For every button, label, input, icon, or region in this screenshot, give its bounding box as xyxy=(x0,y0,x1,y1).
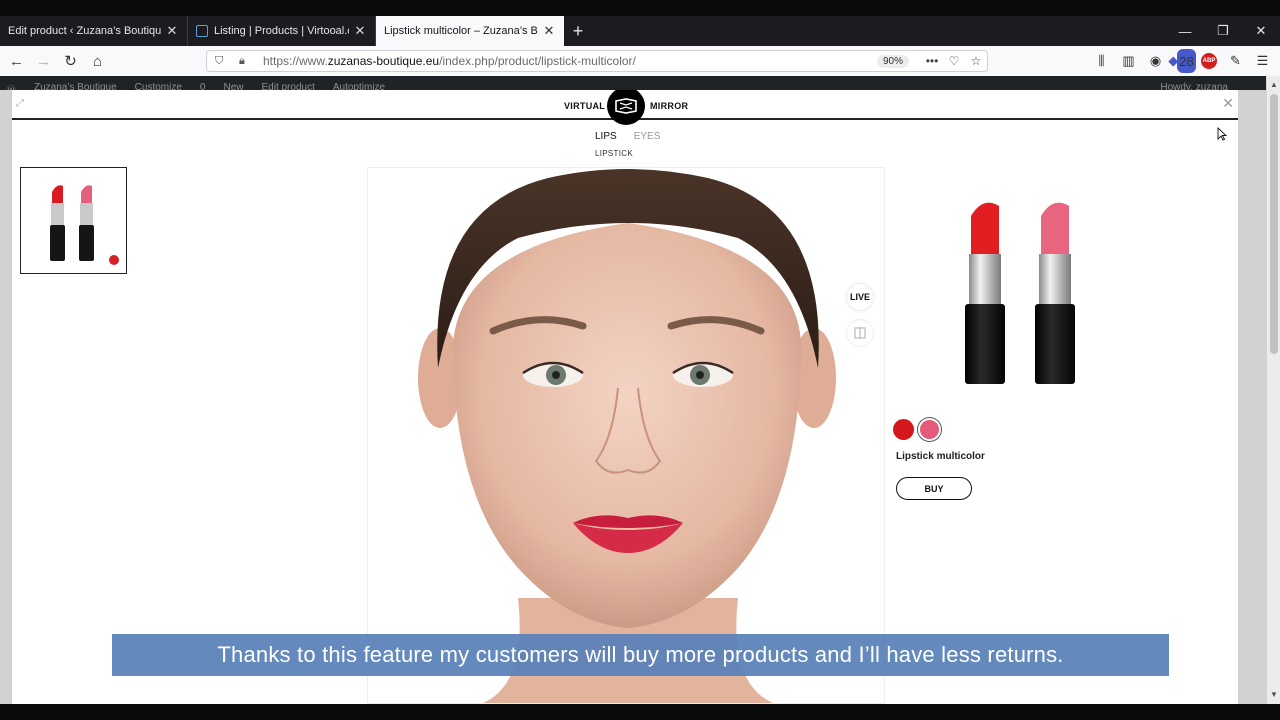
window-close-icon[interactable]: ✕ xyxy=(1242,16,1280,46)
swatch-red[interactable] xyxy=(893,419,914,440)
virtual-label: VIRTUAL xyxy=(564,101,606,111)
library-icon[interactable]: ⫼ xyxy=(1088,49,1115,73)
tab-title: Lipstick multicolor – Zuzana’s Bout xyxy=(384,25,538,37)
restore-icon[interactable]: ❐ xyxy=(1204,16,1242,46)
tab-lips[interactable]: LIPS xyxy=(595,131,617,142)
bookmark-star-icon[interactable]: ☆ xyxy=(965,54,987,68)
account-icon[interactable]: ◉ xyxy=(1142,49,1169,73)
url-text[interactable]: https://www.zuzanas-boutique.eu/index.ph… xyxy=(263,54,877,68)
bottom-letterbox xyxy=(0,704,1280,720)
minimize-icon[interactable]: — xyxy=(1166,16,1204,46)
toolbar-icons: ⫼ ▥ ◉ ◆ 28 ABP ✎ ☰ xyxy=(1088,49,1276,73)
adblock-icon[interactable]: ABP xyxy=(1201,53,1217,69)
close-tab-icon[interactable]: ✕ xyxy=(353,23,367,39)
home-icon[interactable]: ⌂ xyxy=(84,49,111,73)
tab-bar: Edit product ‹ Zuzana’s Boutique — ✕ Lis… xyxy=(0,16,1280,46)
close-tab-icon[interactable]: ✕ xyxy=(165,23,179,39)
compare-split-icon[interactable] xyxy=(846,319,874,347)
tab-title: Edit product ‹ Zuzana’s Boutique — xyxy=(8,25,161,37)
mirror-logo-icon xyxy=(607,90,645,125)
buy-button[interactable]: BUY xyxy=(896,477,972,500)
reload-icon[interactable]: ↻ xyxy=(57,49,84,73)
face-preview-image xyxy=(367,167,885,704)
model-face-illustration xyxy=(418,169,836,703)
selected-indicator-dot xyxy=(109,255,119,265)
lipstick-product-image xyxy=(965,202,1075,384)
lock-icon[interactable]: 🔒︎ xyxy=(239,55,253,68)
tab-listing-products[interactable]: Listing | Products | Virtooal.com ✕ xyxy=(188,16,376,46)
tab-title: Listing | Products | Virtooal.com xyxy=(214,25,349,37)
eyedropper-icon[interactable]: ✎ xyxy=(1222,49,1249,73)
scroll-down-icon[interactable]: ▼ xyxy=(1267,688,1280,702)
tab-eyes[interactable]: EYES xyxy=(634,131,661,142)
new-tab-icon[interactable]: + xyxy=(564,16,592,46)
tab-lipstick-multicolor[interactable]: Lipstick multicolor – Zuzana’s Bout ✕ xyxy=(376,16,564,46)
pocket-icon[interactable]: ♡ xyxy=(943,54,965,68)
scroll-up-icon[interactable]: ▲ xyxy=(1267,78,1280,92)
mirror-header: ⤢ VIRTUAL MIRROR ✕ xyxy=(12,90,1238,125)
back-icon[interactable]: ← xyxy=(3,49,30,73)
menu-icon[interactable]: ☰ xyxy=(1249,49,1276,73)
category-tabs: LIPS EYES xyxy=(595,131,660,142)
nav-bar: ← → ↻ ⌂ ⛉ 🔒︎ https://www.zuzanas-boutiqu… xyxy=(0,46,1280,76)
virtooal-favicon-icon xyxy=(196,25,208,37)
video-caption: Thanks to this feature my customers will… xyxy=(112,634,1169,676)
color-swatches xyxy=(893,418,941,441)
sidebar-icon[interactable]: ▥ xyxy=(1115,49,1142,73)
page-scrollbar[interactable]: ▲ ▼ xyxy=(1266,76,1280,704)
zoom-level[interactable]: 90% xyxy=(876,54,909,68)
forward-icon[interactable]: → xyxy=(30,49,57,73)
mouse-cursor-icon xyxy=(1217,127,1227,141)
subcategory-lipstick[interactable]: LIPSTICK xyxy=(595,149,633,158)
page-actions-icon[interactable]: ••• xyxy=(921,54,943,68)
expand-icon[interactable]: ⤢ xyxy=(16,98,24,109)
extension-badge: 28 xyxy=(1177,49,1196,73)
tab-edit-product[interactable]: Edit product ‹ Zuzana’s Boutique — ✕ xyxy=(0,16,188,46)
url-bar[interactable]: ⛉ 🔒︎ https://www.zuzanas-boutique.eu/ind… xyxy=(206,50,988,72)
window-controls: — ❐ ✕ xyxy=(1166,16,1280,46)
extension-icon[interactable]: ◆ 28 xyxy=(1168,49,1196,73)
shield-icon[interactable]: ⛉ xyxy=(215,55,229,68)
swatch-pink[interactable] xyxy=(918,418,941,441)
close-tab-icon[interactable]: ✕ xyxy=(542,23,556,39)
mirror-label: MIRROR xyxy=(650,101,689,111)
product-thumbnail[interactable] xyxy=(20,167,127,274)
top-letterbox xyxy=(0,0,1280,16)
product-name: Lipstick multicolor xyxy=(896,451,985,462)
virtual-mirror-modal: ⤢ VIRTUAL MIRROR ✕ LIPS EYES LIPSTICK LI… xyxy=(12,90,1238,704)
live-button[interactable]: LIVE xyxy=(846,283,874,311)
scrollbar-thumb[interactable] xyxy=(1270,94,1278,354)
close-icon[interactable]: ✕ xyxy=(1222,95,1234,112)
